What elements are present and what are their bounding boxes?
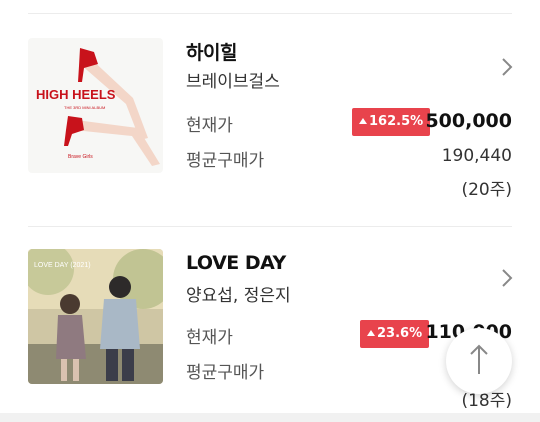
- cover-subtitle: THE 3RD MINI ALBUM: [64, 105, 105, 110]
- change-value: 162.5%: [369, 114, 424, 129]
- chevron-right-icon[interactable]: [500, 267, 514, 289]
- item-artist: 브레이브걸스: [186, 72, 280, 92]
- cover-artist: Brave Girls: [68, 154, 93, 160]
- current-price-label: 현재가: [186, 328, 233, 348]
- up-triangle-icon: [367, 330, 375, 336]
- avg-price: 190,440: [441, 146, 512, 166]
- quantity: (20주): [461, 180, 512, 200]
- bottom-bar: [0, 413, 540, 422]
- avg-price-label: 평균구매가: [186, 363, 265, 383]
- album-cover: LOVE DAY (2021): [28, 249, 163, 384]
- item-artist: 양요섭, 정은지: [186, 286, 291, 306]
- arrow-up-icon: [470, 344, 488, 374]
- change-badge: 23.6%: [360, 320, 430, 348]
- item-title: 하이힐: [186, 42, 237, 64]
- current-price: 500,000: [425, 110, 512, 132]
- chevron-right-icon[interactable]: [500, 56, 514, 78]
- cover-title: LOVE DAY (2021): [34, 262, 91, 269]
- change-badge: 162.5%: [352, 108, 431, 136]
- current-price-label: 현재가: [186, 116, 233, 136]
- list-item[interactable]: HIGH HEELS THE 3RD MINI ALBUM Brave Girl…: [0, 14, 540, 226]
- change-value: 23.6%: [377, 326, 423, 341]
- up-triangle-icon: [359, 118, 367, 124]
- scroll-to-top-button[interactable]: [446, 328, 512, 394]
- cover-title: HIGH HEELS: [36, 87, 116, 102]
- avg-price-label: 평균구매가: [186, 151, 265, 171]
- item-title: LOVE DAY: [186, 252, 286, 274]
- album-cover: HIGH HEELS THE 3RD MINI ALBUM Brave Girl…: [28, 38, 163, 173]
